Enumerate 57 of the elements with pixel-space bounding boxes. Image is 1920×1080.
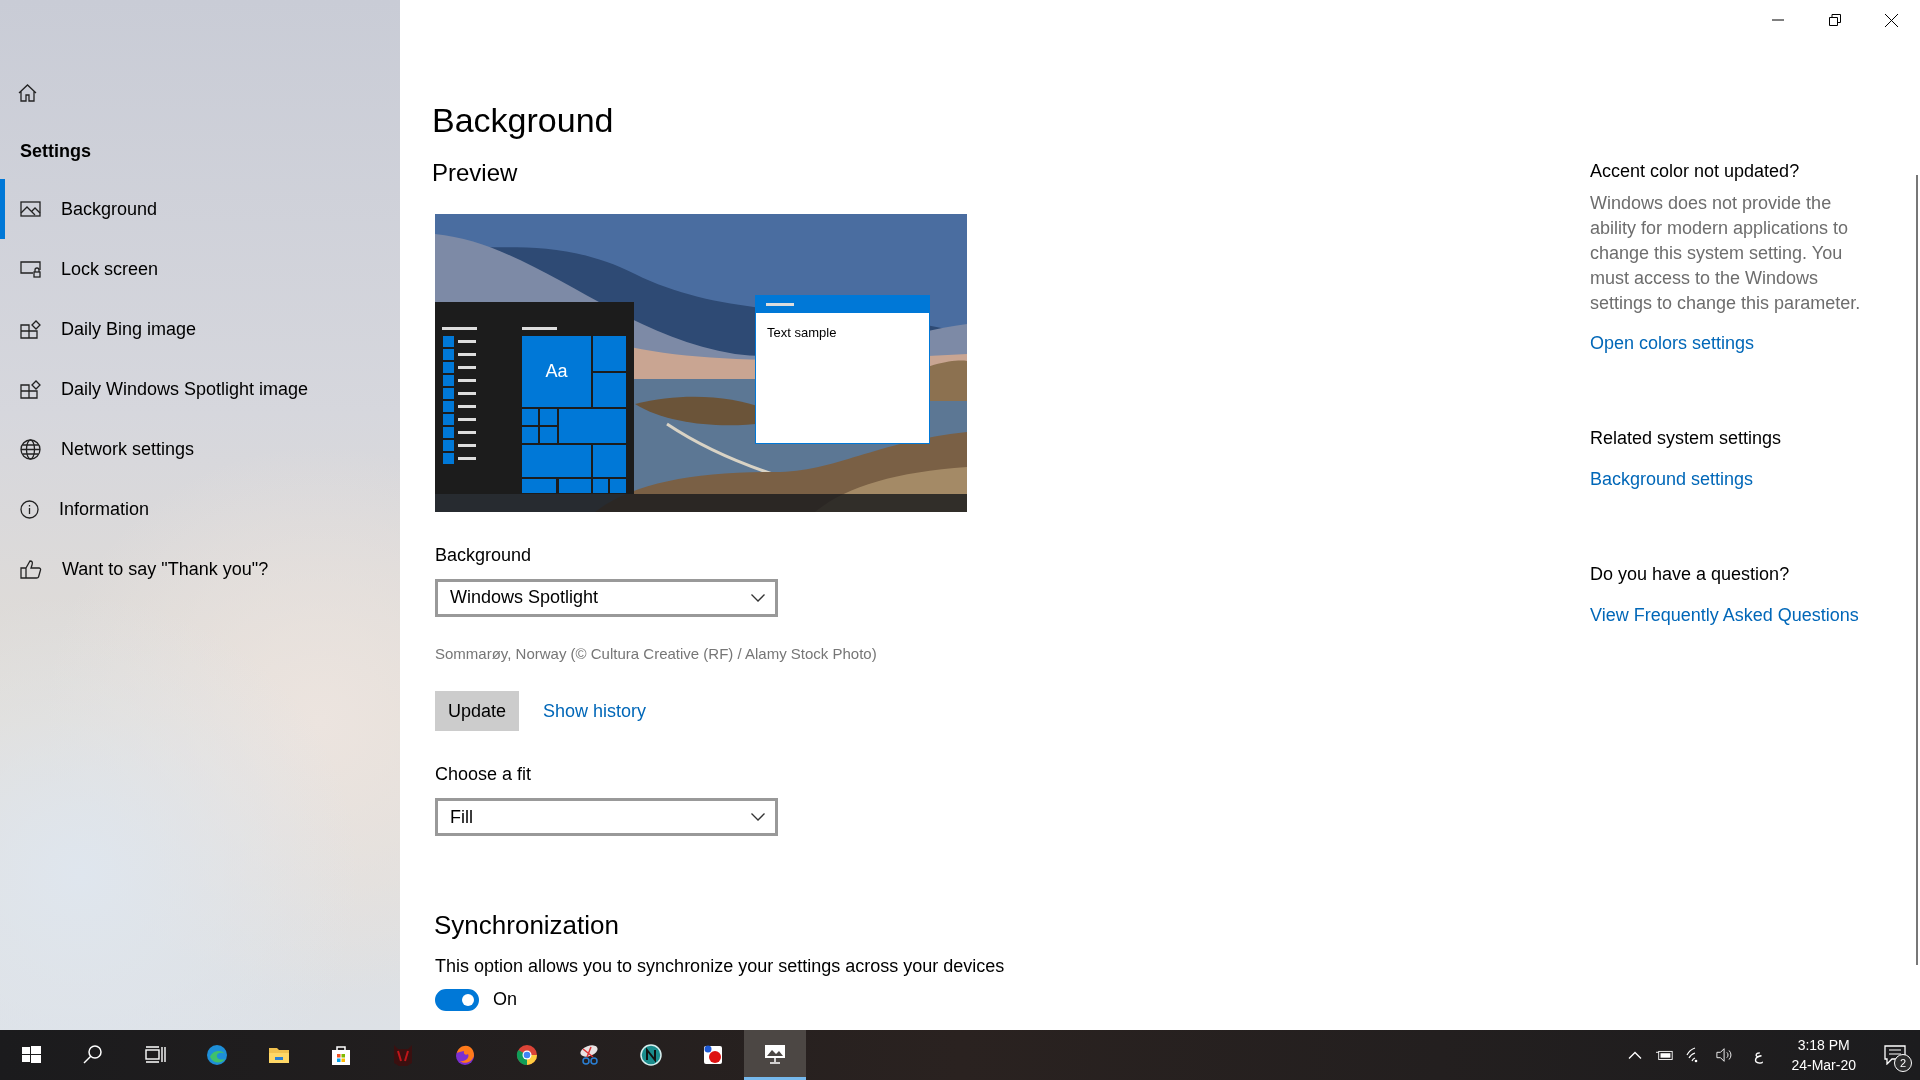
info-icon: [20, 499, 39, 519]
field-label: Background: [435, 543, 533, 567]
language-indicator[interactable]: ع: [1740, 1043, 1778, 1067]
mask-icon: [391, 1043, 415, 1067]
picture-icon: [20, 201, 41, 217]
chrome-icon: [515, 1043, 539, 1067]
help-text: Windows does not provide the ability for modern applications to change this system setting. You must access to the Windows settings to change this parameter.: [1590, 192, 1862, 315]
notifications-button[interactable]: 2: [1870, 1030, 1920, 1080]
sidebar-item[interactable]: Network settings: [0, 419, 400, 479]
minimize-icon: [1771, 19, 1784, 21]
help-heading: Do you have a question?: [1590, 563, 1791, 586]
notification-count: 2: [1894, 1054, 1912, 1072]
paint-icon: [701, 1043, 725, 1067]
tiles-icon: [20, 319, 41, 339]
chevron-down-icon: [751, 813, 765, 822]
shopping-bag-icon: [329, 1043, 353, 1067]
field-label: Choose a fit: [435, 763, 533, 787]
show-history-link[interactable]: Show history: [543, 697, 647, 725]
scissors-icon: [577, 1043, 601, 1067]
sidebar-item[interactable]: Information: [0, 479, 400, 539]
chevron-down-icon: [751, 593, 765, 602]
update-button[interactable]: Update: [435, 691, 520, 732]
browser-icon: [205, 1043, 229, 1067]
section-description: This option allows you to synchronize your settings across your devices: [435, 955, 1006, 979]
page-title: Background: [432, 100, 615, 141]
toggle-label: On: [493, 988, 517, 1012]
sidebar-item[interactable]: Daily Windows Spotlight image: [0, 359, 400, 419]
section-heading: Synchronization: [434, 910, 620, 942]
globe-n-icon: [639, 1043, 663, 1067]
help-heading: Related system settings: [1590, 427, 1783, 450]
fit-dropdown[interactable]: Fill: [435, 798, 778, 837]
sidebar-item[interactable]: Lock screen: [0, 239, 400, 299]
help-heading: Accent color not updated?: [1590, 160, 1801, 183]
sample-text: Text sample: [767, 324, 837, 340]
tile-text: Aa: [544, 359, 569, 383]
close-icon: [1885, 13, 1898, 27]
photo-caption: Sommarøy, Norway (© Cultura Creative (RF) / Alamy Stock Photo): [435, 643, 878, 664]
message-icon: [1884, 1045, 1906, 1065]
section-heading: Preview: [432, 158, 519, 188]
taskbar-button[interactable]: [744, 1030, 806, 1080]
help-link[interactable]: Open colors settings: [1590, 330, 1755, 357]
lock-screen-icon: [20, 260, 41, 278]
help-link[interactable]: View Frequently Asked Questions: [1590, 602, 1859, 629]
fox-browser-icon: [453, 1043, 477, 1067]
clock[interactable]: 3:18 PM 24-Mar-20: [1777, 1035, 1870, 1075]
globe-icon: [20, 438, 41, 460]
sidebar-item[interactable]: Daily Bing image: [0, 299, 400, 359]
help-link[interactable]: Background settings: [1590, 466, 1754, 493]
sidebar-title: Settings: [20, 140, 92, 163]
sidebar-item[interactable]: Want to say "Thank you"?: [0, 539, 400, 599]
scrollbar[interactable]: [1916, 175, 1918, 965]
toggle-switch[interactable]: [435, 988, 479, 1011]
tiles-icon: [20, 379, 41, 399]
thumbs-up-icon: [20, 559, 42, 579]
background-dropdown[interactable]: Windows Spotlight: [435, 578, 778, 617]
home-icon[interactable]: [18, 83, 37, 102]
restore-icon: [1828, 14, 1841, 26]
